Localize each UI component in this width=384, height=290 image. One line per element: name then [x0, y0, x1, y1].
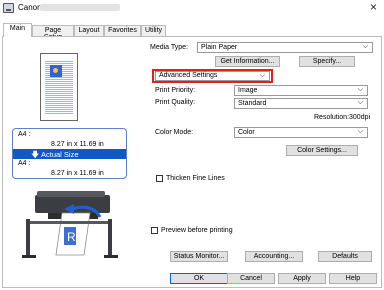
- color-settings-button[interactable]: Color Settings...: [286, 145, 358, 156]
- advanced-settings-value: Advanced Settings: [159, 72, 218, 79]
- image-thumbnail-icon: [50, 65, 62, 77]
- color-mode-label: Color Mode:: [155, 129, 194, 136]
- preview-before-printing-label: Preview before printing: [161, 227, 233, 234]
- cancel-button[interactable]: Cancel: [227, 273, 275, 284]
- thicken-fine-lines-checkbox[interactable]: [156, 175, 163, 182]
- print-quality-select[interactable]: Standard ⌵: [234, 98, 368, 109]
- advanced-settings-select[interactable]: Advanced Settings ⌵: [155, 71, 270, 81]
- media-type-value: Plain Paper: [201, 44, 238, 51]
- print-quality-value: Standard: [238, 100, 267, 107]
- tab-main[interactable]: Main: [3, 23, 32, 37]
- media-type-select[interactable]: Plain Paper ⌵: [197, 42, 373, 53]
- print-quality-label: Print Quality:: [155, 99, 196, 106]
- defaults-button[interactable]: Defaults: [318, 251, 372, 262]
- print-priority-select[interactable]: Image ⌵: [234, 85, 368, 96]
- color-mode-value: Color: [238, 129, 255, 136]
- color-mode-select[interactable]: Color ⌵: [234, 127, 368, 138]
- paper-size-panel: A4 : 8.27 in x 11.69 in 🡇 Actual Size A4…: [12, 128, 127, 179]
- window-title: Canon: [18, 3, 42, 12]
- size1-label: A4 :: [18, 131, 31, 138]
- status-monitor-button[interactable]: Status Monitor...: [170, 251, 228, 262]
- resolution-text: Resolution:300dpi: [314, 114, 371, 121]
- get-information-button[interactable]: Get Information...: [215, 56, 280, 67]
- size1-value: 8.27 in x 11.69 in: [51, 141, 104, 148]
- actual-size-label: Actual Size: [41, 150, 79, 159]
- tab-page-setup[interactable]: Page Setup: [32, 25, 74, 41]
- media-type-label: Media Type:: [150, 44, 189, 51]
- tab-favorites[interactable]: Favorites: [104, 25, 141, 36]
- printer-app-icon: [3, 3, 14, 13]
- chevron-down-icon: ⌵: [357, 128, 363, 135]
- print-priority-label: Print Priority:: [155, 87, 196, 94]
- close-icon[interactable]: ×: [370, 0, 377, 14]
- title-bar: Canon ×: [0, 0, 384, 17]
- arrow-down-icon: 🡇: [31, 150, 40, 159]
- svg-text:R: R: [67, 230, 76, 244]
- chevron-down-icon: ⌵: [357, 99, 363, 106]
- chevron-down-icon: ⌵: [259, 72, 265, 79]
- help-button[interactable]: Help: [329, 273, 377, 284]
- chevron-down-icon: ⌵: [362, 43, 368, 50]
- actual-size-bar: 🡇 Actual Size: [13, 149, 126, 159]
- ok-button[interactable]: OK: [170, 273, 228, 284]
- size2-label: A4 :: [18, 160, 31, 167]
- tab-layout[interactable]: Layout: [74, 25, 104, 36]
- title-redacted: [40, 4, 120, 11]
- size2-value: 8.27 in x 11.69 in: [51, 170, 104, 177]
- specify-button[interactable]: Specify...: [299, 56, 355, 67]
- print-priority-value: Image: [238, 87, 258, 94]
- preview-before-printing-checkbox[interactable]: [151, 227, 158, 234]
- page-preview: [40, 53, 78, 121]
- tab-strip: Main Page Setup Layout Favorites Utility: [0, 23, 384, 41]
- chevron-down-icon: ⌵: [357, 86, 363, 93]
- apply-button[interactable]: Apply: [278, 273, 326, 284]
- printer-illustration: R: [22, 191, 118, 258]
- thicken-fine-lines-label: Thicken Fine Lines: [166, 175, 225, 182]
- accounting-button[interactable]: Accounting...: [245, 251, 303, 262]
- tab-utility[interactable]: Utility: [141, 25, 166, 36]
